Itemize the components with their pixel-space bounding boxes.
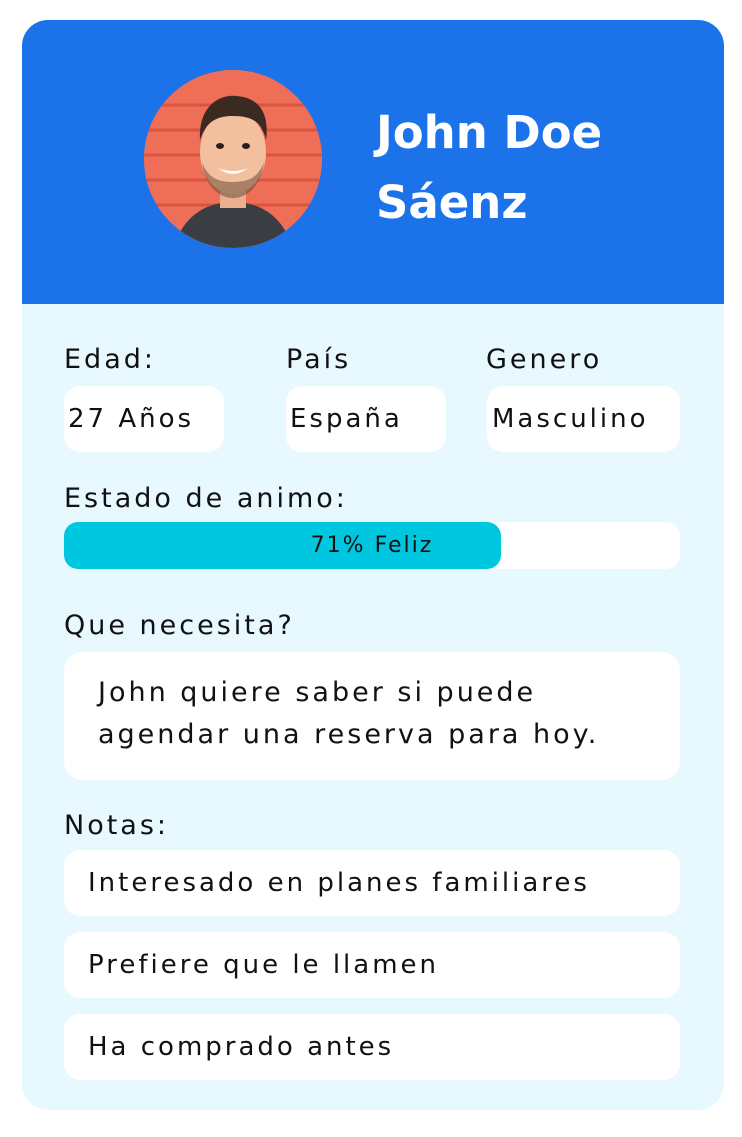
note-item: Ha comprado antes <box>64 1014 680 1080</box>
notes-label: Notas: <box>64 810 170 841</box>
mood-progress-bar: 71% Feliz <box>64 522 680 569</box>
gender-value: Masculino <box>487 386 680 452</box>
profile-name-first: John Doe <box>376 106 603 159</box>
profile-name: John Doe Sáenz <box>376 98 706 238</box>
mood-label: Estado de animo: <box>64 483 348 514</box>
age-label: Edad: <box>64 344 156 375</box>
needs-text-line1: John quiere saber si puede <box>98 677 537 708</box>
note-item: Interesado en planes familiares <box>64 850 680 916</box>
needs-box: John quiere saber si puede agendar una r… <box>64 652 680 780</box>
mood-progress-text: 71% Feliz <box>310 533 434 558</box>
country-value: España <box>286 386 446 452</box>
profile-card: John Doe Sáenz Edad: País Genero 27 Años… <box>22 20 724 1110</box>
profile-header: John Doe Sáenz <box>22 20 724 304</box>
age-value: 27 Años <box>64 386 224 452</box>
needs-label: Que necesita? <box>64 610 295 641</box>
avatar <box>144 70 322 248</box>
note-item: Prefiere que le llamen <box>64 932 680 998</box>
country-label: País <box>286 344 352 375</box>
person-photo-icon <box>144 70 322 248</box>
profile-name-last: Sáenz <box>376 176 528 229</box>
gender-label: Genero <box>486 344 603 375</box>
needs-text-line2: agendar una reserva para hoy. <box>98 719 600 750</box>
